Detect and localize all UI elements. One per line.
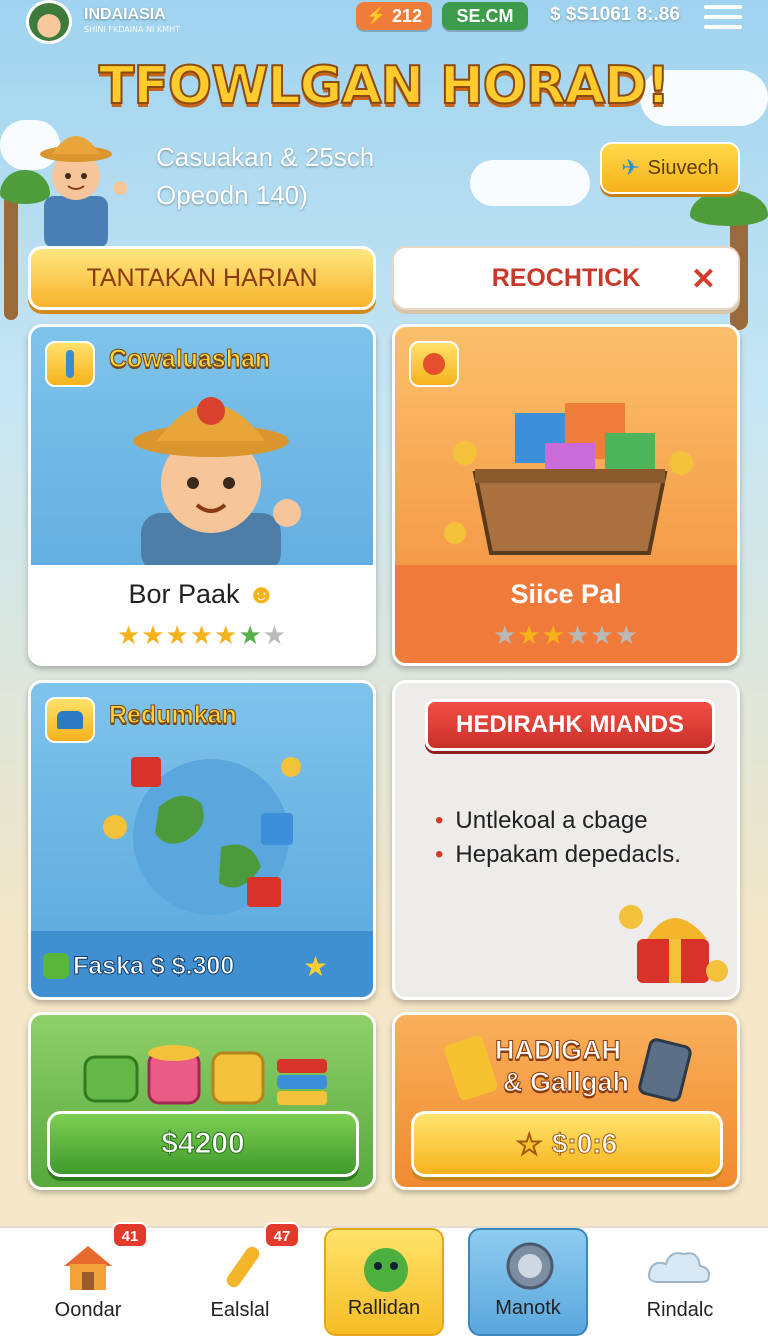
- nav-item-home[interactable]: 41 Oondar: [28, 1222, 148, 1336]
- nav-badge: 41: [112, 1222, 148, 1248]
- search-button[interactable]: ✈ Siuvech: [600, 142, 740, 194]
- rewards-card[interactable]: HEDIRAHK MIANDS Untlekoal a cbage Hepaka…: [392, 680, 740, 1000]
- tab-daily-challenge[interactable]: TANTAKAN HARIAN: [28, 246, 376, 310]
- nav-label: Rallidan: [347, 1297, 421, 1319]
- gift-price-button[interactable]: ★ $:0:6: [411, 1111, 723, 1177]
- cloud-icon: [648, 1252, 710, 1283]
- star-rating: ★★★★★★★: [116, 621, 288, 651]
- bottom-nav: 41 Oondar 47 Ealslal Rallidan Manotk Rin…: [0, 1222, 768, 1344]
- world-card-label: Redumkan: [109, 701, 238, 730]
- hamburger-menu-icon[interactable]: [704, 5, 742, 29]
- bundle-price-button[interactable]: $4200: [47, 1111, 359, 1177]
- nav-label: Rindalc: [646, 1299, 714, 1321]
- tag-icon: [443, 1034, 499, 1102]
- nav-item-active[interactable]: Rallidan: [324, 1228, 444, 1336]
- home-icon: [64, 1246, 112, 1290]
- site-badge[interactable]: SE.CM: [442, 2, 528, 30]
- chest-card-title: Siice Pal: [510, 579, 622, 609]
- close-icon[interactable]: ✕: [691, 262, 716, 297]
- treasure-chest-illustration: [444, 403, 693, 555]
- rewards-banner: HEDIRAHK MIANDS: [425, 699, 715, 751]
- gem-icon: [43, 953, 69, 979]
- world-card[interactable]: Redumkan Faska $ $.300 ★: [28, 680, 376, 1000]
- phone-icon: [636, 1036, 694, 1104]
- nav-label: Ealslal: [210, 1299, 270, 1321]
- target-icon: [506, 1242, 554, 1290]
- gift-card-title-line-1: HADIGAH: [495, 1035, 622, 1066]
- nav-item-market[interactable]: Manotk: [468, 1228, 588, 1336]
- character-card-title: Bor Paak ☻: [128, 579, 276, 609]
- tab-other[interactable]: REOCHTICK ✕: [392, 246, 740, 310]
- background-cloud: [470, 160, 590, 206]
- nav-label: Oondar: [54, 1299, 122, 1321]
- star-icon: ★: [516, 1128, 542, 1160]
- star-icon: ★: [303, 950, 329, 983]
- balance-display: $ $S1061 8:.86: [550, 4, 680, 25]
- chest-card[interactable]: Siice Pal ★★★★★★: [392, 324, 740, 666]
- globe-illustration: [103, 757, 301, 915]
- character-card[interactable]: Cowaluashan Bor Paak ☻ ★★★★★★★: [28, 324, 376, 666]
- wrench-icon: [226, 1246, 260, 1288]
- gift-card-title-line-2: & Gallgah: [502, 1067, 630, 1098]
- monster-icon: [364, 1248, 408, 1292]
- reward-bullet: Hepakam depedacls.: [435, 841, 680, 869]
- bolt-icon: ⚡: [366, 8, 386, 25]
- explorer-character-illustration: [133, 397, 301, 569]
- bundle-card[interactable]: $4200: [28, 1012, 376, 1190]
- gift-card[interactable]: HADIGAH & Gallgah ★ $:0:6: [392, 1012, 740, 1190]
- event-subtitle-line-2: Opeodn 140): [156, 180, 308, 210]
- reward-bullet: Untlekoal a cbage: [435, 807, 647, 835]
- info-icon: [45, 341, 95, 387]
- palm-leaf: [690, 190, 768, 226]
- search-icon: ✈: [621, 155, 640, 180]
- top-bar: INDAIASIA SHINI FKDAINA NI KMHT ⚡ 212 SE…: [0, 0, 768, 44]
- star-rating: ★★★★★★: [493, 621, 639, 651]
- hat-icon: [45, 697, 95, 743]
- nav-item-tools[interactable]: 47 Ealslal: [180, 1222, 300, 1336]
- chest-card-footer: Siice Pal ★★★★★★: [395, 565, 737, 663]
- nav-badge: 47: [264, 1222, 300, 1248]
- player-avatar[interactable]: [26, 0, 72, 44]
- brand-subtitle: SHINI FKDAINA NI KMHT: [84, 25, 180, 34]
- page-title: TFOWLGAN HORAD!: [98, 55, 671, 117]
- bundle-items-illustration: [83, 1045, 327, 1105]
- nav-label: Manotk: [495, 1297, 561, 1319]
- smile-icon: ☻: [247, 579, 276, 609]
- energy-badge[interactable]: ⚡ 212: [356, 2, 432, 30]
- guide-character: [40, 136, 127, 248]
- event-subtitle-line-1: Casuakan & 25sch: [156, 142, 375, 172]
- brand-name: INDAIASIA: [84, 6, 166, 23]
- character-card-label: Cowaluashan: [108, 345, 271, 374]
- character-card-footer: Bor Paak ☻ ★★★★★★★: [31, 565, 373, 663]
- tab-other-label: REOCHTICK: [491, 263, 641, 292]
- nav-item-cloud[interactable]: Rindalc: [620, 1228, 740, 1336]
- world-card-footer: Faska $ $.300 ★: [31, 931, 373, 997]
- world-card-price: Faska $ $.300: [72, 952, 235, 981]
- gift-chest-icon: [619, 905, 728, 983]
